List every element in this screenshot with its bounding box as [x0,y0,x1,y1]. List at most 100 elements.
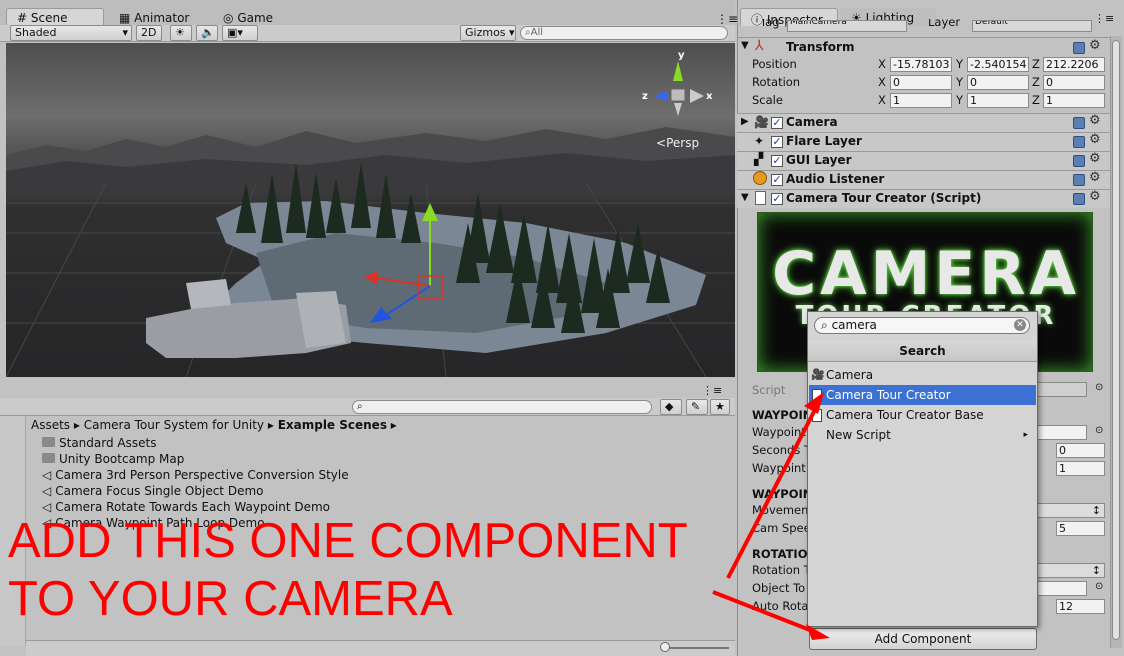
layer-dropdown[interactable]: Default [972,20,1092,32]
scale-z-field[interactable]: 1 [1043,93,1105,108]
tab-scene[interactable]: # Scene [6,8,104,26]
auto-rot-field[interactable]: 12 [1056,599,1105,614]
tab-game[interactable]: ◎ Game [212,8,308,26]
rotation-z-field[interactable]: 0 [1043,75,1105,90]
position-x-field[interactable]: -15.78103 [890,57,952,72]
dropdown-item-camera[interactable]: 🎥 Camera [809,365,1036,385]
gui-layer-icon: ▞ [754,152,764,166]
2d-toggle[interactable]: 2D [136,25,162,41]
component-title: Camera Tour Creator (Script) [786,191,982,205]
list-item[interactable]: ◁ Camera 3rd Person Perspective Conversio… [42,467,349,483]
persp-label[interactable]: <Persp [656,136,699,150]
seconds-label: Seconds T [752,443,811,457]
gear-icon[interactable]: ⚙ [1089,151,1101,166]
filter-by-type-button[interactable]: ◆ [660,399,682,415]
list-item[interactable]: Unity Bootcamp Map [42,451,184,467]
foldout-arrow-icon[interactable]: ▶ [741,116,749,127]
gear-icon[interactable]: ⚙ [1089,132,1101,147]
audio-listener-enabled-checkbox[interactable]: ✓ [771,174,783,186]
filter-by-label-button[interactable]: ✎ [686,399,708,415]
camera-tour-creator-enabled-checkbox[interactable]: ✓ [771,193,783,205]
foldout-arrow-icon[interactable]: ▼ [741,192,749,203]
position-y-field[interactable]: -2.540154 [967,57,1029,72]
breadcrumb-item[interactable]: Camera Tour System for Unity [84,418,264,432]
help-icon[interactable] [1073,136,1085,148]
add-component-button[interactable]: Add Component [809,628,1037,650]
help-icon[interactable] [1073,117,1085,129]
gizmo-axis-y: y [678,50,685,61]
waypoint2-field[interactable]: 1 [1056,461,1105,476]
tag-dropdown[interactable]: MainCamera [787,20,907,32]
gui-layer-enabled-checkbox[interactable]: ✓ [771,155,783,167]
camera-enabled-checkbox[interactable]: ✓ [771,117,783,129]
project-window-menu-icon[interactable]: ⋮≡ [702,384,722,397]
waypoint-field[interactable] [1037,425,1087,440]
waypoint2-label: Waypoint [752,461,806,475]
clear-search-icon[interactable]: ✕ [1014,319,1026,331]
gizmo-axis-x: x [706,91,713,102]
list-item[interactable]: Standard Assets [42,435,156,451]
scale-y-field[interactable]: 1 [967,93,1029,108]
favorite-button[interactable]: ★ [710,399,730,415]
help-icon[interactable] [1073,193,1085,205]
inspector-menu-icon[interactable]: ⋮≡ [1094,12,1114,25]
breadcrumb-item[interactable]: Assets [31,418,70,432]
dropdown-item-new-script[interactable]: New Script ▸ [809,425,1036,445]
scene-viewport[interactable]: y z x <Persp [6,43,735,377]
chevron-right-icon: ▸ [1023,430,1028,440]
lighting-toggle[interactable]: ☀ [170,25,192,41]
folder-icon [42,453,55,463]
list-item[interactable]: ◁ Camera Focus Single Object Demo [42,483,263,499]
tab-animator[interactable]: ▦ Animator [108,8,204,26]
script-icon [755,191,766,205]
movement-dropdown[interactable]: ↕ [1037,503,1105,518]
audio-toggle[interactable]: 🔈 [196,25,218,41]
animator-icon: ▦ [119,11,131,25]
dropdown-arrow-icon: ▾ [122,26,128,39]
dropdown-item-camera-tour-creator[interactable]: Camera Tour Creator [809,385,1036,405]
help-icon[interactable] [1073,155,1085,167]
movement-label: Movement [752,503,813,517]
effects-dropdown[interactable]: ▣▾ [222,25,258,41]
position-z-field[interactable]: 212.2206 [1043,57,1105,72]
sun-icon: ☀ [175,26,185,39]
seconds-field[interactable]: 0 [1056,443,1105,458]
axis-z: Z [1032,93,1040,107]
breadcrumb: Assets ▸ Camera Tour System for Unity ▸ … [31,418,397,432]
dropdown-item-camera-tour-creator-base[interactable]: Camera Tour Creator Base [809,405,1036,425]
slider-handle[interactable] [660,642,670,652]
rotation-x-field[interactable]: 0 [890,75,952,90]
axis-z: Z [1032,57,1040,71]
gizmos-dropdown[interactable]: Gizmos ▾ [460,25,516,41]
help-icon[interactable] [1073,42,1085,54]
object-picker-icon[interactable]: ⊙ [1095,382,1103,393]
project-search-input[interactable]: ⌕ [352,400,652,414]
icon-size-slider[interactable] [663,647,729,649]
scale-x-field[interactable]: 1 [890,93,952,108]
component-title: Audio Listener [786,172,885,186]
breadcrumb-item-current[interactable]: Example Scenes [278,418,387,432]
object-to-label: Object To [752,581,806,595]
gear-icon[interactable]: ⚙ [1089,113,1101,128]
scene-window-menu-icon[interactable]: ⋮≡ [716,12,738,26]
axis-z: Z [1032,75,1040,89]
help-icon[interactable] [1073,174,1085,186]
gear-icon[interactable]: ⚙ [1089,189,1101,204]
rotation-t-dropdown[interactable]: ↕ [1037,563,1105,578]
foldout-arrow-icon[interactable]: ▼ [741,40,749,51]
rotation-y-field[interactable]: 0 [967,75,1029,90]
gear-icon[interactable]: ⚙ [1089,170,1101,185]
scene-search-input[interactable]: ⌕All [520,26,728,40]
object-picker-icon[interactable]: ⊙ [1095,581,1103,592]
object-to-field[interactable] [1037,581,1087,596]
auto-rot-label: Auto Rota [752,599,809,613]
gear-icon[interactable]: ⚙ [1089,38,1101,53]
flare-enabled-checkbox[interactable]: ✓ [771,136,783,148]
object-picker-icon[interactable]: ⊙ [1095,425,1103,436]
star-icon: ★ [715,400,725,413]
component-search-input[interactable]: ⌕ camera ✕ [814,317,1030,334]
cam-speed-field[interactable]: 5 [1056,521,1105,536]
dropdown-arrow-icon: ↕ [1091,564,1101,577]
shading-dropdown[interactable]: Shaded ▾ [10,25,132,41]
inspector-scrollbar-thumb[interactable] [1112,40,1120,640]
